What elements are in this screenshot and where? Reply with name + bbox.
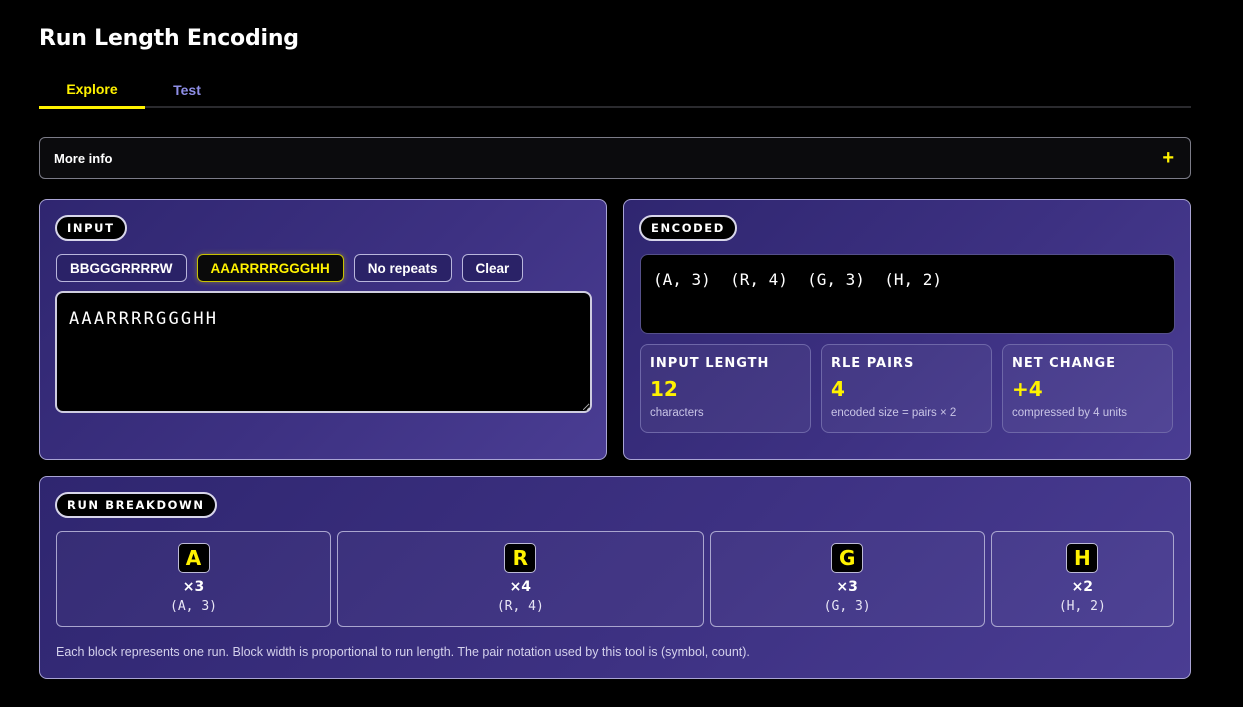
- preset-bbgggrrrrw-button[interactable]: BBGGGRRRRW: [56, 254, 187, 282]
- run-block: R ×4 (R, 4): [337, 531, 704, 627]
- run-symbol: H: [1066, 543, 1099, 573]
- preset-buttons: BBGGGRRRRW AAARRRRGGGHH No repeats Clear: [56, 254, 524, 282]
- run-pair: (R, 4): [496, 599, 544, 614]
- encoded-output: (A, 3) (R, 4) (G, 3) (H, 2): [640, 254, 1175, 334]
- run-count: ×3: [182, 579, 205, 595]
- run-block: A ×3 (A, 3): [56, 531, 331, 627]
- run-pair: (A, 3): [170, 599, 217, 614]
- run-block: H ×2 (H, 2): [990, 531, 1174, 627]
- page-title: Run Length Encoding: [39, 26, 299, 51]
- stat-value: 12: [650, 377, 678, 401]
- stat-sub: compressed by 4 units: [1012, 407, 1128, 419]
- stat-sub: characters: [650, 407, 704, 419]
- more-info-label: More info: [54, 150, 113, 166]
- run-breakdown-note: Each block represents one run. Block wid…: [56, 645, 750, 659]
- preset-aaarrrrggghh-button[interactable]: AAARRRRGGGHH: [196, 254, 344, 282]
- run-pair: (G, 3): [823, 599, 871, 614]
- stat-input-length: INPUT LENGTH 12 characters: [640, 344, 811, 433]
- run-count: ×2: [1071, 579, 1094, 595]
- run-blocks: A ×3 (A, 3) R ×4 (R, 4) G ×3 (G, 3) H ×2…: [56, 531, 1174, 627]
- stat-label: RLE PAIRS: [831, 356, 915, 371]
- input-textarea[interactable]: [55, 291, 592, 413]
- run-symbol: R: [504, 543, 537, 573]
- run-count: ×4: [509, 579, 532, 595]
- tab-test[interactable]: Test: [145, 72, 229, 108]
- preset-no-repeats-button[interactable]: No repeats: [353, 254, 452, 282]
- run-block: G ×3 (G, 3): [709, 531, 985, 627]
- stat-net-change: NET CHANGE +4 compressed by 4 units: [1002, 344, 1173, 433]
- input-panel: INPUT BBGGGRRRRW AAARRRRGGGHH No repeats…: [39, 199, 607, 460]
- stats-row: INPUT LENGTH 12 characters RLE PAIRS 4 e…: [640, 344, 1173, 433]
- run-breakdown-panel: RUN BREAKDOWN A ×3 (A, 3) R ×4 (R, 4) G …: [39, 476, 1191, 679]
- run-pair: (H, 2): [1058, 599, 1106, 614]
- run-breakdown-badge: RUN BREAKDOWN: [55, 492, 217, 518]
- run-count: ×3: [836, 579, 858, 595]
- stat-value: 4: [831, 377, 845, 401]
- tab-bar: Explore Test: [39, 72, 1191, 109]
- run-symbol: A: [177, 543, 210, 573]
- stat-value: +4: [1012, 377, 1043, 401]
- input-badge: INPUT: [55, 215, 127, 241]
- encoded-panel: ENCODED (A, 3) (R, 4) (G, 3) (H, 2) INPU…: [623, 199, 1191, 460]
- encoded-badge: ENCODED: [639, 215, 737, 241]
- stat-rle-pairs: RLE PAIRS 4 encoded size = pairs × 2: [821, 344, 992, 433]
- stat-label: INPUT LENGTH: [650, 356, 770, 371]
- more-info-toggle[interactable]: More info +: [39, 137, 1191, 179]
- tab-explore[interactable]: Explore: [39, 72, 145, 109]
- clear-button[interactable]: Clear: [461, 254, 524, 282]
- stat-label: NET CHANGE: [1012, 356, 1117, 371]
- plus-icon: +: [1162, 147, 1174, 169]
- run-symbol: G: [831, 543, 864, 573]
- page: Run Length Encoding Explore Test More in…: [0, 0, 1243, 707]
- stat-sub: encoded size = pairs × 2: [831, 407, 957, 419]
